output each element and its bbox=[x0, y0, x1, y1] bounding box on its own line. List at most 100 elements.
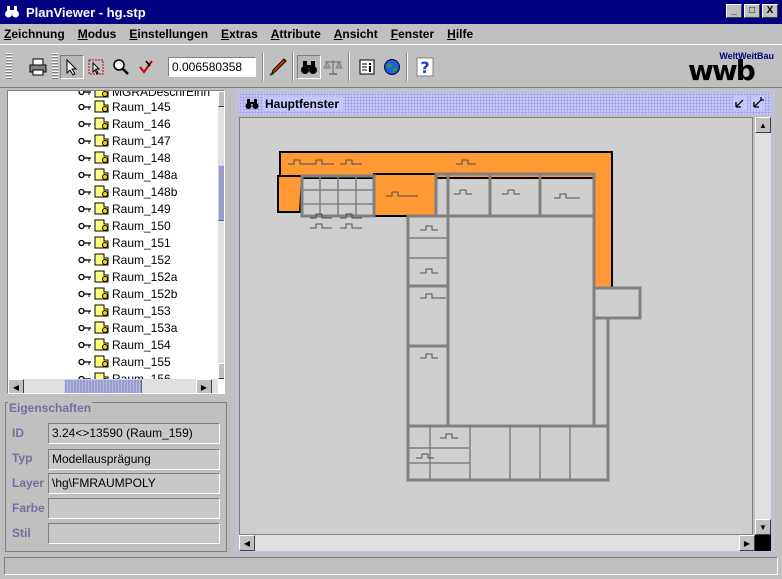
tree-item-label: Raum_150 bbox=[112, 218, 171, 233]
room-polygon-icon bbox=[94, 219, 109, 232]
tree-item[interactable]: Raum_153 bbox=[78, 302, 171, 319]
color-pen-button[interactable] bbox=[266, 55, 290, 79]
tree-hscroll-thumb[interactable] bbox=[64, 379, 142, 393]
tree-item[interactable]: Raum_148b bbox=[78, 183, 177, 200]
key-icon bbox=[78, 341, 91, 348]
restore-button[interactable] bbox=[751, 96, 765, 110]
room-polygon-icon bbox=[94, 304, 109, 317]
toolbar-separator-4 bbox=[406, 53, 408, 81]
floor-plan-drawing bbox=[277, 151, 642, 482]
canvas-horizontal-scrollbar[interactable]: ◀ ▶ bbox=[239, 535, 755, 551]
menu-einstellungen[interactable]: Einstellungen bbox=[129, 27, 208, 41]
select-pointer-button[interactable] bbox=[60, 55, 84, 79]
room-tree[interactable]: MGRADeschrEinh Raum_145 Raum_146 Raum_147 R… bbox=[7, 90, 225, 394]
tree-item[interactable]: Raum_148a bbox=[78, 166, 177, 183]
toolbar-grip-2[interactable] bbox=[52, 53, 58, 79]
prop-layer-value[interactable]: \hg\FMRAUMPOLY bbox=[48, 473, 220, 494]
key-icon bbox=[78, 273, 91, 280]
panel-splitter[interactable] bbox=[228, 90, 234, 552]
balance-button[interactable] bbox=[321, 55, 345, 79]
tree-item[interactable]: Raum_146 bbox=[78, 115, 171, 132]
room-polygon-icon bbox=[94, 270, 109, 283]
tree-item[interactable]: Raum_153a bbox=[78, 319, 177, 336]
prop-stil-value[interactable] bbox=[48, 523, 220, 544]
room-polygon-icon bbox=[94, 100, 109, 113]
binoculars-icon bbox=[245, 99, 259, 109]
globe-button[interactable] bbox=[380, 55, 404, 79]
key-icon bbox=[78, 256, 91, 263]
tree-item[interactable]: Raum_148 bbox=[78, 149, 171, 166]
help-button[interactable]: ? bbox=[413, 55, 437, 79]
maximize-button[interactable]: □ bbox=[744, 4, 760, 18]
prop-typ-value[interactable]: Modellausprägung bbox=[48, 449, 220, 470]
toolbar-grip[interactable] bbox=[6, 53, 12, 79]
menu-extras[interactable]: Extras bbox=[221, 27, 258, 41]
measure-button[interactable] bbox=[134, 55, 158, 79]
tree-item-label: Raum_152b bbox=[112, 286, 178, 301]
tree-item[interactable]: Raum_149 bbox=[78, 200, 171, 217]
canvas-scroll-left-button[interactable]: ◀ bbox=[239, 535, 255, 551]
key-icon bbox=[78, 188, 91, 195]
scale-input[interactable] bbox=[168, 57, 256, 77]
zoom-button[interactable] bbox=[109, 55, 133, 79]
menu-ansicht[interactable]: Ansicht bbox=[334, 27, 378, 41]
floor-plan-canvas[interactable] bbox=[239, 117, 753, 535]
tree-item-label: Raum_149 bbox=[112, 201, 171, 216]
prop-farbe-value[interactable] bbox=[48, 498, 220, 519]
scroll-up-button[interactable]: ▲ bbox=[218, 91, 224, 107]
tree-item-label: Raum_153 bbox=[112, 303, 171, 318]
select-rect-icon bbox=[88, 59, 104, 75]
scroll-down-button[interactable]: ▼ bbox=[218, 363, 224, 379]
scroll-right-button[interactable]: ▶ bbox=[196, 379, 212, 393]
tree-item[interactable]: Raum_154 bbox=[78, 336, 171, 353]
room-polygon-icon bbox=[94, 151, 109, 164]
window-titlebar[interactable]: PlanViewer - hg.stp _ □ X bbox=[0, 0, 782, 24]
room-polygon-icon bbox=[94, 168, 109, 181]
key-icon bbox=[78, 171, 91, 178]
scroll-left-button[interactable]: ◀ bbox=[8, 379, 24, 393]
toolbar: ? WeltWeitBau wwb bbox=[0, 44, 782, 88]
menu-modus[interactable]: Modus bbox=[78, 27, 117, 41]
tree-vertical-scrollbar[interactable]: ▲ ▼ bbox=[218, 91, 224, 379]
tree-horizontal-scrollbar[interactable]: ◀ ▶ bbox=[8, 379, 218, 393]
info-button[interactable] bbox=[355, 55, 379, 79]
print-button[interactable] bbox=[26, 55, 50, 79]
key-icon bbox=[78, 222, 91, 229]
menu-fenster[interactable]: Fenster bbox=[391, 27, 434, 41]
tree-item-label: Raum_151 bbox=[112, 235, 171, 250]
arrow-pointer-icon bbox=[66, 58, 78, 76]
tree-item[interactable]: Raum_150 bbox=[78, 217, 171, 234]
room-polygon-icon bbox=[94, 355, 109, 368]
tree-item-label: Raum_154 bbox=[112, 337, 171, 352]
tree-item[interactable]: Raum_155 bbox=[78, 353, 171, 370]
menu-attribute[interactable]: Attribute bbox=[271, 27, 321, 41]
key-icon bbox=[78, 91, 91, 95]
tree-item[interactable]: Raum_152b bbox=[78, 285, 177, 302]
room-polygon-icon bbox=[94, 338, 109, 351]
iconify-button[interactable] bbox=[733, 96, 747, 110]
find-button[interactable] bbox=[297, 55, 321, 79]
tree-item[interactable]: Raum_152a bbox=[78, 268, 177, 285]
tree-item-label: Raum_148b bbox=[112, 184, 178, 199]
canvas-vertical-scrollbar[interactable]: ▲ ▼ bbox=[755, 117, 771, 535]
select-rectangle-button[interactable] bbox=[84, 55, 108, 79]
tree-item[interactable]: Raum_145 bbox=[78, 98, 171, 115]
canvas-scroll-up-button[interactable]: ▲ bbox=[755, 117, 771, 133]
tree-item[interactable]: Raum_151 bbox=[78, 234, 171, 251]
canvas-scroll-right-button[interactable]: ▶ bbox=[739, 535, 755, 551]
main-window-titlebar[interactable]: Hauptfenster bbox=[239, 93, 771, 115]
tree-item[interactable]: Raum_147 bbox=[78, 132, 171, 149]
key-icon bbox=[78, 137, 91, 144]
toolbar-separator-2 bbox=[292, 53, 294, 81]
menu-zeichnung[interactable]: Zeichnung bbox=[4, 27, 65, 41]
magnifier-icon bbox=[113, 59, 129, 75]
tree-item[interactable]: Raum_152 bbox=[78, 251, 171, 268]
canvas-scroll-down-button[interactable]: ▼ bbox=[755, 519, 771, 535]
minimize-button[interactable]: _ bbox=[726, 4, 742, 18]
close-button[interactable]: X bbox=[762, 4, 778, 18]
key-icon bbox=[78, 103, 91, 110]
prop-id-value[interactable]: 3.24<>13590 (Raum_159) bbox=[48, 423, 220, 444]
menu-hilfe[interactable]: Hilfe bbox=[447, 27, 473, 41]
tree-vscroll-thumb[interactable] bbox=[218, 165, 224, 221]
printer-icon bbox=[29, 58, 47, 76]
